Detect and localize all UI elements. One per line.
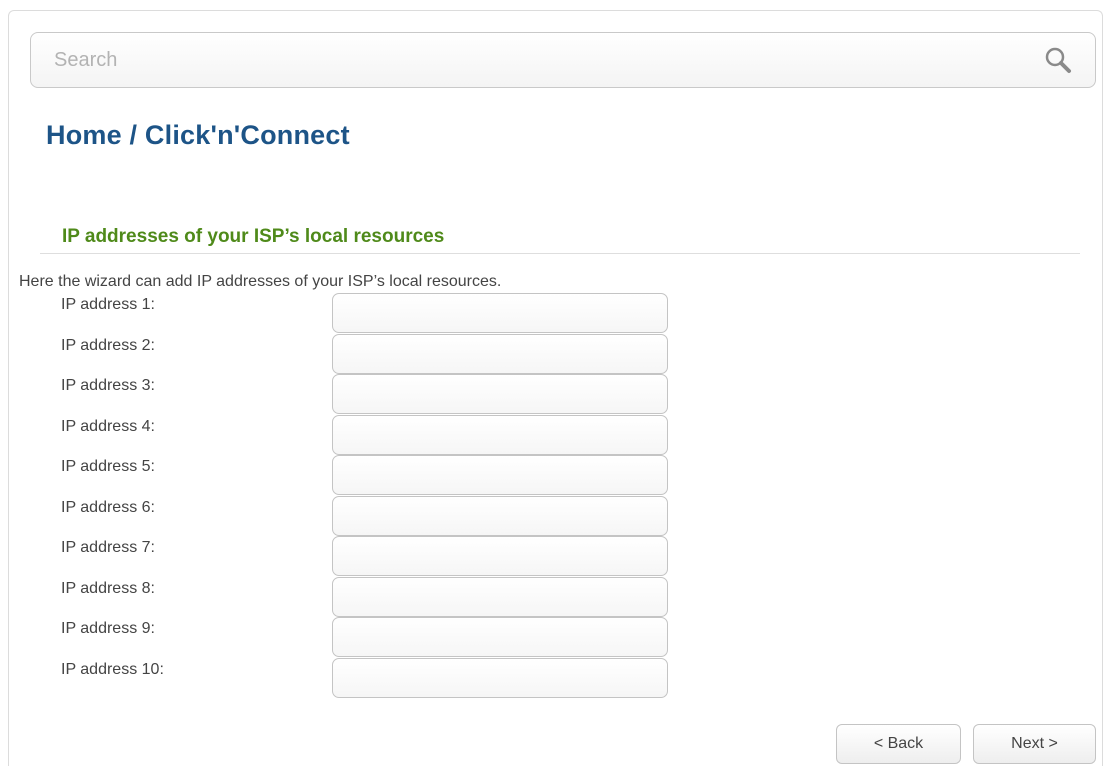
ip-address-2-label: IP address 2: xyxy=(61,337,155,354)
ip-address-9-input[interactable] xyxy=(332,617,668,657)
ip-address-8-input[interactable] xyxy=(332,577,668,617)
ip-address-5-input[interactable] xyxy=(332,455,668,495)
ip-address-10-label: IP address 10: xyxy=(61,661,164,678)
next-button[interactable]: Next > xyxy=(973,724,1096,764)
ip-address-7-input[interactable] xyxy=(332,536,668,576)
section-divider xyxy=(40,253,1080,254)
ip-address-3-label: IP address 3: xyxy=(61,377,155,394)
page-title: Home / Click'n'Connect xyxy=(46,120,350,150)
ip-address-10-input[interactable] xyxy=(332,658,668,698)
search-box xyxy=(30,32,1096,88)
section-title: IP addresses of your ISP’s local resourc… xyxy=(62,226,445,247)
ip-address-1-input[interactable] xyxy=(332,293,668,333)
search-icon[interactable] xyxy=(1043,45,1073,75)
ip-address-4-input[interactable] xyxy=(332,415,668,455)
ip-address-6-input[interactable] xyxy=(332,496,668,536)
search-input[interactable] xyxy=(31,33,1095,87)
ip-address-9-label: IP address 9: xyxy=(61,620,155,637)
ip-address-2-input[interactable] xyxy=(332,334,668,374)
ip-address-6-label: IP address 6: xyxy=(61,499,155,516)
ip-address-7-label: IP address 7: xyxy=(61,539,155,556)
ip-address-8-label: IP address 8: xyxy=(61,580,155,597)
section-description: Here the wizard can add IP addresses of … xyxy=(19,273,502,290)
ip-address-3-input[interactable] xyxy=(332,374,668,414)
ip-address-5-label: IP address 5: xyxy=(61,458,155,475)
ip-address-1-label: IP address 1: xyxy=(61,296,155,313)
ip-address-4-label: IP address 4: xyxy=(61,418,155,435)
back-button[interactable]: < Back xyxy=(836,724,961,764)
